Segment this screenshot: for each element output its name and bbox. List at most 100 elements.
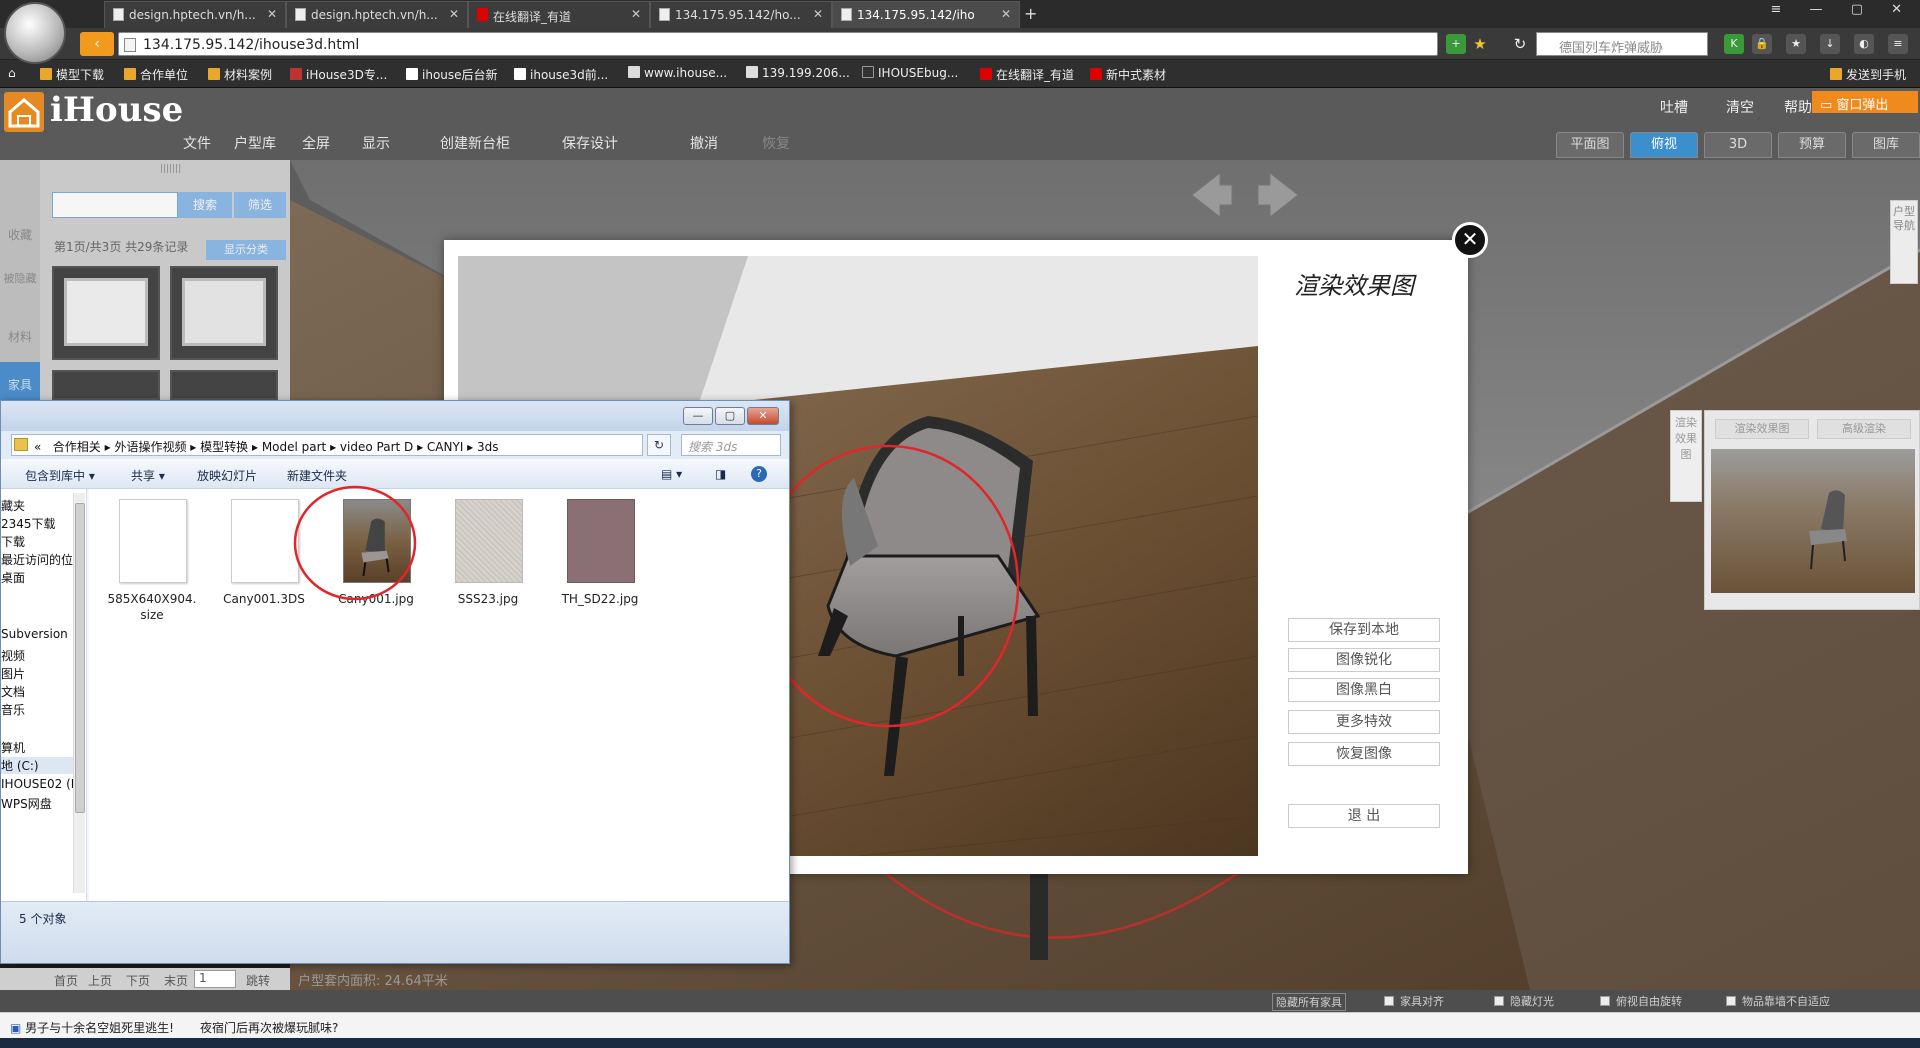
nav-item[interactable]: IHOUSE02 (D: <box>1 777 84 791</box>
close-icon[interactable]: ✕ <box>449 7 459 21</box>
bookmark-item[interactable]: 模型下载 <box>40 66 104 83</box>
render-button[interactable]: 渲染效果图 <box>1715 419 1809 439</box>
nav-scrollbar[interactable] <box>73 493 85 893</box>
tab-floorplan[interactable]: 平面图 <box>1556 132 1624 158</box>
last-page-button[interactable]: 末页 <box>164 972 188 989</box>
refresh-icon[interactable]: ↻ <box>1510 34 1530 54</box>
star-icon[interactable]: ★ <box>1786 34 1806 54</box>
gamepad-icon[interactable]: ◐ <box>1854 34 1874 54</box>
arrow-left-icon[interactable] <box>1191 171 1233 219</box>
menu-save-design[interactable]: 保存设计 <box>562 133 618 153</box>
nav-item[interactable]: 图片 <box>1 665 25 682</box>
file-item[interactable]: 585X640X904.size <box>105 499 199 622</box>
nav-item[interactable]: WPS网盘 <box>1 795 52 812</box>
home-icon[interactable]: ⌂ <box>8 66 16 80</box>
close-icon[interactable]: ✕ <box>1001 7 1011 21</box>
strip-furniture[interactable]: 家具 <box>0 362 40 400</box>
scroll-thumb[interactable] <box>75 503 85 813</box>
new-folder-button[interactable]: 新建文件夹 <box>287 467 347 484</box>
menu-file[interactable]: 文件 <box>183 133 211 153</box>
nav-item[interactable]: Subversion <box>1 627 68 641</box>
include-in-library-button[interactable]: 包含到库中 ▾ <box>25 467 95 484</box>
menu-undo[interactable]: 撤消 <box>690 133 718 153</box>
panel-filter-button[interactable]: 筛选 <box>234 192 286 218</box>
slideshow-button[interactable]: 放映幻灯片 <box>197 467 257 484</box>
url-field[interactable]: 134.175.95.142/ihouse3d.html <box>118 32 1438 56</box>
breadcrumb-item[interactable]: video Part D <box>340 440 413 454</box>
breadcrumb[interactable]: « 合作相关 ▸ 外语操作视频 ▸ 模型转换 ▸ Model part ▸ vi… <box>11 434 643 456</box>
bookmark-item[interactable]: 在线翻译_有道 <box>980 66 1074 83</box>
breadcrumb-item[interactable]: 外语操作视频 <box>114 440 186 454</box>
nav-item[interactable]: 2345下载 <box>1 515 56 532</box>
breadcrumb-overflow[interactable]: « <box>34 440 41 454</box>
menu-fullscreen[interactable]: 全屏 <box>302 133 330 153</box>
nav-item[interactable]: 地 (C:) <box>1 757 73 774</box>
panel-search-input[interactable] <box>52 192 178 218</box>
tab-budget[interactable]: 预算 <box>1778 132 1846 158</box>
tab-gallery[interactable]: 图库 <box>1852 132 1920 158</box>
render-vertical-label[interactable]: 渲染效果图 <box>1670 410 1702 502</box>
view-options-icon[interactable]: ▤ ▾ <box>661 467 682 481</box>
view-rotate-arrows[interactable] <box>1190 170 1300 220</box>
feedback-link[interactable]: 吐槽 <box>1660 97 1688 117</box>
send-to-phone-link[interactable]: 发送到手机 <box>1830 66 1906 83</box>
brand-logo[interactable]: iHouse <box>4 90 183 132</box>
restore-image-button[interactable]: 恢复图像 <box>1288 742 1440 766</box>
tab-topview[interactable]: 俯视 <box>1630 132 1698 158</box>
bookmark-item[interactable]: 139.199.206... <box>746 66 850 80</box>
exit-button[interactable]: 退 出 <box>1288 804 1440 828</box>
menu-icon[interactable]: ≡ <box>1888 34 1908 54</box>
nav-item[interactable]: 视频 <box>1 647 25 664</box>
breadcrumb-item[interactable]: Model part <box>262 440 326 454</box>
clear-link[interactable]: 清空 <box>1726 97 1754 117</box>
model-thumbnail[interactable] <box>52 370 160 400</box>
grayscale-button[interactable]: 图像黑白 <box>1288 678 1440 702</box>
bookmark-item[interactable]: 合作单位 <box>124 66 188 83</box>
refresh-icon[interactable]: ↻ <box>647 434 671 456</box>
strip-favorites[interactable]: 收藏 <box>0 226 40 243</box>
browser-tab[interactable]: 134.175.95.142/ho... ✕ <box>650 1 832 28</box>
render-thumbnail[interactable] <box>1711 449 1915 593</box>
arrow-right-icon[interactable] <box>1257 171 1299 219</box>
back-button[interactable]: ‹ <box>80 32 114 56</box>
close-icon[interactable]: ✕ <box>1452 222 1488 258</box>
breadcrumb-item[interactable]: 合作相关 <box>53 440 101 454</box>
nav-item[interactable]: 桌面 <box>1 569 25 586</box>
nav-item[interactable]: 下载 <box>1 533 25 550</box>
browser-logo-icon[interactable] <box>4 2 66 64</box>
help-icon[interactable]: ? <box>751 466 767 482</box>
popup-window-button[interactable]: ▭ 窗口弹出 <box>1812 91 1918 113</box>
menu-display[interactable]: 显示 <box>362 133 390 153</box>
drag-handle[interactable]: ||||||| <box>160 164 181 174</box>
show-category-button[interactable]: 显示分类 <box>206 240 286 260</box>
bookmark-item[interactable]: 新中式素材 <box>1090 66 1166 83</box>
save-local-button[interactable]: 保存到本地 <box>1288 618 1440 642</box>
menu-floorplans[interactable]: 户型库 <box>234 133 276 153</box>
more-effects-button[interactable]: 更多特效 <box>1288 710 1440 734</box>
furniture-align-checkbox[interactable]: 家具对齐 <box>1384 993 1444 1009</box>
plus-icon[interactable]: + <box>1446 34 1466 54</box>
browser-search-input[interactable]: 德国列车炸弹威胁 <box>1536 32 1708 56</box>
bookmark-item[interactable]: www.ihouse... <box>628 66 727 80</box>
explorer-search-input[interactable]: 搜索 3ds <box>681 434 781 456</box>
new-tab-button[interactable]: + <box>1024 4 1037 23</box>
bookmark-item[interactable]: iHouse3D专... <box>290 66 387 83</box>
wall-snap-checkbox[interactable]: 物品靠墙不自适应 <box>1726 993 1830 1009</box>
file-item[interactable]: SSS23.jpg <box>441 499 535 609</box>
menu-create-cabinet[interactable]: 创建新台柜 <box>440 133 510 153</box>
share-button[interactable]: 共享 ▾ <box>131 467 165 484</box>
tab-3d[interactable]: 3D <box>1704 132 1772 158</box>
hide-lights-checkbox[interactable]: 隐藏灯光 <box>1494 993 1554 1009</box>
menu-redo[interactable]: 恢复 <box>762 133 790 153</box>
file-item[interactable]: TH_SD22.jpg <box>553 499 647 609</box>
preview-pane-icon[interactable]: ◨ <box>715 467 726 481</box>
bookmark-item[interactable]: 材料案例 <box>208 66 272 83</box>
breadcrumb-item[interactable]: CANYI <box>427 440 463 454</box>
hide-all-furniture-button[interactable]: 隐藏所有家具 <box>1272 993 1346 1011</box>
model-thumbnail[interactable] <box>170 370 278 400</box>
first-page-button[interactable]: 首页 <box>54 972 78 989</box>
free-rotate-checkbox[interactable]: 俯视自由旋转 <box>1600 993 1682 1009</box>
nav-item[interactable]: 音乐 <box>1 701 25 718</box>
nav-item[interactable]: 藏夹 <box>1 497 25 514</box>
help-link[interactable]: 帮助 <box>1784 97 1812 117</box>
